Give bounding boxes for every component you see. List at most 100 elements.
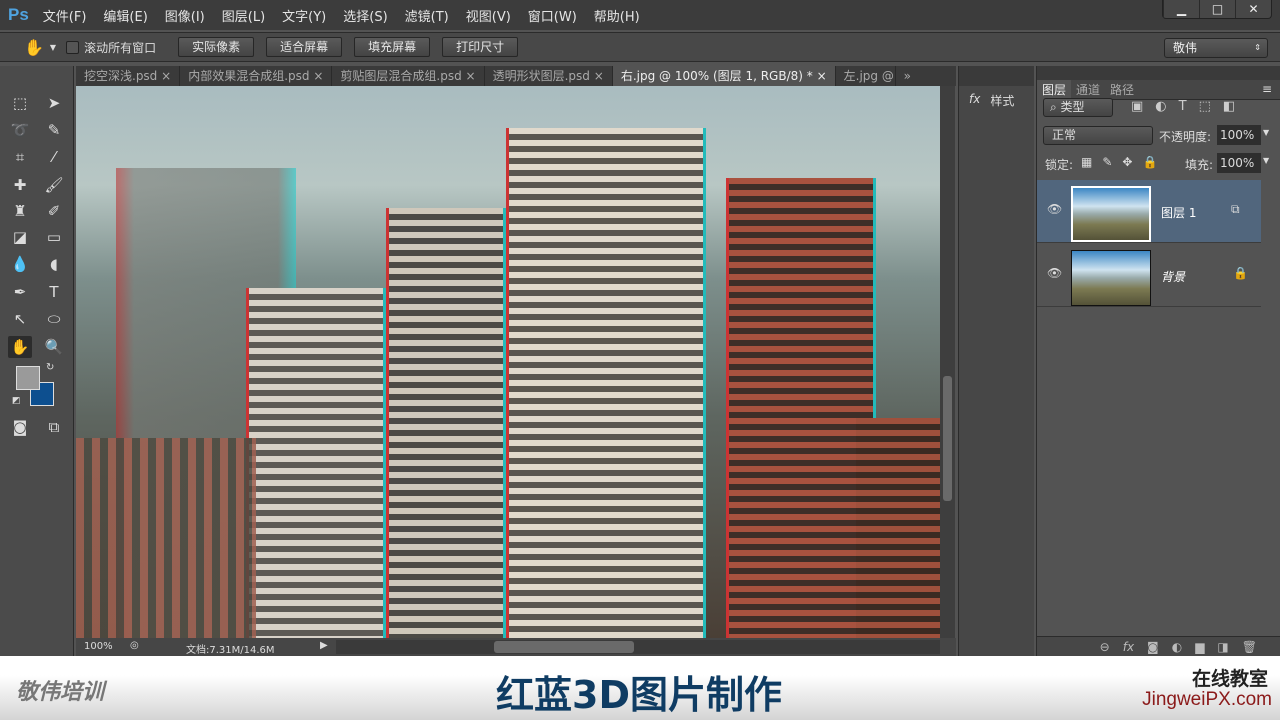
close-icon[interactable]: × — [594, 69, 604, 83]
history-brush-icon[interactable]: ✐ — [42, 200, 66, 222]
fit-screen-button[interactable]: 适合屏幕 — [266, 37, 343, 57]
layer-name[interactable]: 背景 — [1161, 268, 1185, 285]
swap-colors-icon[interactable]: ↻ — [46, 362, 54, 373]
lock-all-icon[interactable]: 🔒 — [1142, 155, 1157, 169]
clone-stamp-icon[interactable]: ♜ — [8, 200, 32, 222]
adjustment-layer-icon[interactable]: ◐ — [1172, 637, 1182, 656]
fill-input[interactable]: 100% — [1217, 153, 1261, 173]
print-size-button[interactable]: 打印尺寸 — [442, 37, 519, 57]
opacity-input[interactable]: 100% — [1217, 125, 1261, 145]
document-canvas[interactable] — [76, 86, 940, 638]
chevron-down-icon[interactable]: ▼ — [50, 43, 56, 52]
blur-tool-icon[interactable]: 💧 — [8, 253, 32, 275]
menu-layer[interactable]: 图层(L) — [222, 6, 265, 25]
smart-object-filter-icon[interactable]: ◧ — [1223, 99, 1235, 114]
new-group-icon[interactable]: ▆ — [1195, 637, 1204, 656]
lasso-tool-icon[interactable]: ➰ — [8, 119, 32, 141]
scrollbar-thumb[interactable] — [494, 641, 634, 653]
type-tool-icon[interactable]: T — [42, 281, 66, 303]
quick-mask-icon[interactable]: ◙ — [8, 416, 32, 438]
menu-edit[interactable]: 编辑(E) — [103, 6, 147, 25]
eye-visibility-icon[interactable]: 👁 — [1047, 202, 1062, 216]
hand-tool-icon[interactable]: ✋ — [8, 336, 32, 358]
gradient-tool-icon[interactable]: ▭ — [42, 226, 66, 248]
foreground-color-swatch[interactable] — [16, 366, 40, 390]
quick-select-tool-icon[interactable]: ✎ — [42, 119, 66, 141]
tab-paths[interactable]: 路径 — [1105, 80, 1139, 100]
menu-select[interactable]: 选择(S) — [343, 6, 387, 25]
panel-menu-icon[interactable]: ≡ — [1262, 82, 1272, 96]
filter-type-select[interactable]: ⌕ 类型 — [1043, 98, 1113, 117]
trash-icon[interactable]: 🗑 — [1242, 637, 1257, 656]
lock-position-icon[interactable]: ✥ — [1122, 155, 1132, 169]
marquee-tool-icon[interactable]: ⬚ — [8, 92, 32, 114]
tab-document[interactable]: 左.jpg @ — [836, 66, 896, 86]
menu-filter[interactable]: 滤镜(T) — [405, 6, 449, 25]
lock-pixels-icon[interactable]: ✎ — [1102, 155, 1112, 169]
zoom-tool-icon[interactable]: 🔍 — [42, 336, 66, 358]
tab-document-active[interactable]: 右.jpg @ 100% (图层 1, RGB/8) * × — [612, 66, 836, 86]
ellipse-tool-icon[interactable]: ⬭ — [42, 308, 66, 330]
eyedropper-tool-icon[interactable]: ⁄ — [42, 146, 66, 168]
layer-row[interactable]: 👁 背景 🔒 — [1037, 244, 1261, 307]
opacity-dropdown-icon[interactable]: ▼ — [1263, 128, 1269, 137]
brush-tool-icon[interactable]: 🖌 — [42, 174, 66, 196]
close-icon[interactable]: × — [313, 69, 323, 83]
link-layers-icon[interactable]: ⊖ — [1100, 637, 1110, 656]
fill-screen-button[interactable]: 填充屏幕 — [354, 37, 431, 57]
menu-view[interactable]: 视图(V) — [466, 6, 511, 25]
pen-tool-icon[interactable]: ✒ — [8, 281, 32, 303]
eye-visibility-icon[interactable]: 👁 — [1047, 266, 1062, 280]
shape-filter-icon[interactable]: ⬚ — [1199, 99, 1211, 114]
healing-brush-icon[interactable]: ✚ — [8, 174, 32, 196]
menu-window[interactable]: 窗口(W) — [528, 6, 577, 25]
tab-document[interactable]: 剪贴图层混合成组.psd × — [332, 66, 485, 86]
layer-name[interactable]: 图层 1 — [1161, 204, 1196, 221]
image-filter-icon[interactable]: ▣ — [1131, 99, 1143, 114]
actual-pixels-button[interactable]: 实际像素 — [178, 37, 255, 57]
menu-type[interactable]: 文字(Y) — [282, 6, 326, 25]
styles-panel-button[interactable]: fx 样式 — [969, 92, 1014, 109]
maximize-button[interactable]: □ — [1199, 0, 1235, 18]
tab-label: 剪贴图层混合成组.psd — [340, 69, 462, 83]
type-filter-icon[interactable]: T — [1179, 99, 1187, 114]
tab-document[interactable]: 内部效果混合成组.psd × — [180, 66, 333, 86]
close-icon[interactable]: × — [817, 69, 827, 83]
add-mask-icon[interactable]: ◙ — [1147, 637, 1159, 656]
close-button[interactable]: ✕ — [1235, 0, 1271, 18]
close-icon[interactable]: × — [466, 69, 476, 83]
fill-dropdown-icon[interactable]: ▼ — [1263, 156, 1269, 165]
dodge-tool-icon[interactable]: ◖ — [42, 253, 66, 275]
move-tool-icon[interactable]: ➤ — [42, 92, 66, 114]
screen-mode-icon[interactable]: ⧉ — [42, 416, 66, 438]
tab-channels[interactable]: 通道 — [1071, 80, 1105, 100]
minimize-button[interactable]: ▁ — [1163, 0, 1199, 18]
more-tabs-icon[interactable]: » — [896, 66, 919, 86]
vertical-scrollbar[interactable] — [940, 86, 955, 638]
horizontal-scrollbar[interactable] — [336, 640, 940, 654]
default-colors-icon[interactable]: ◩ — [12, 396, 21, 406]
tab-layers[interactable]: 图层 — [1037, 80, 1072, 100]
scrollbar-thumb[interactable] — [943, 376, 952, 501]
fx-icon[interactable]: fx — [1123, 637, 1134, 656]
eraser-tool-icon[interactable]: ◪ — [8, 226, 32, 248]
blend-mode-select[interactable]: 正常 — [1043, 126, 1153, 145]
tab-document[interactable]: 透明形状图层.psd × — [485, 66, 613, 86]
path-select-icon[interactable]: ↖ — [8, 308, 32, 330]
adjustment-filter-icon[interactable]: ◐ — [1155, 99, 1166, 114]
tab-document[interactable]: 挖空深浅.psd × — [76, 66, 181, 86]
zoom-level[interactable]: 100% — [84, 641, 113, 652]
workspace-select[interactable]: 敬伟 ⇕ — [1164, 38, 1268, 58]
menu-help[interactable]: 帮助(H) — [594, 6, 640, 25]
close-icon[interactable]: × — [161, 69, 171, 83]
scroll-all-windows-checkbox[interactable] — [66, 40, 80, 54]
layer-row-selected[interactable]: 👁 图层 1 ⧉ — [1037, 180, 1261, 243]
menu-file[interactable]: 文件(F) — [43, 6, 87, 25]
status-arrow-icon[interactable]: ▶ — [320, 640, 328, 651]
crop-tool-icon[interactable]: ⌗ — [8, 146, 32, 168]
hand-tool-preset-icon[interactable]: ✋ — [24, 38, 44, 57]
status-menu-icon[interactable]: ◎ — [130, 640, 139, 651]
new-layer-icon[interactable]: ◨ — [1217, 637, 1228, 656]
lock-transparency-icon[interactable]: ▦ — [1081, 155, 1092, 169]
menu-image[interactable]: 图像(I) — [165, 6, 205, 25]
